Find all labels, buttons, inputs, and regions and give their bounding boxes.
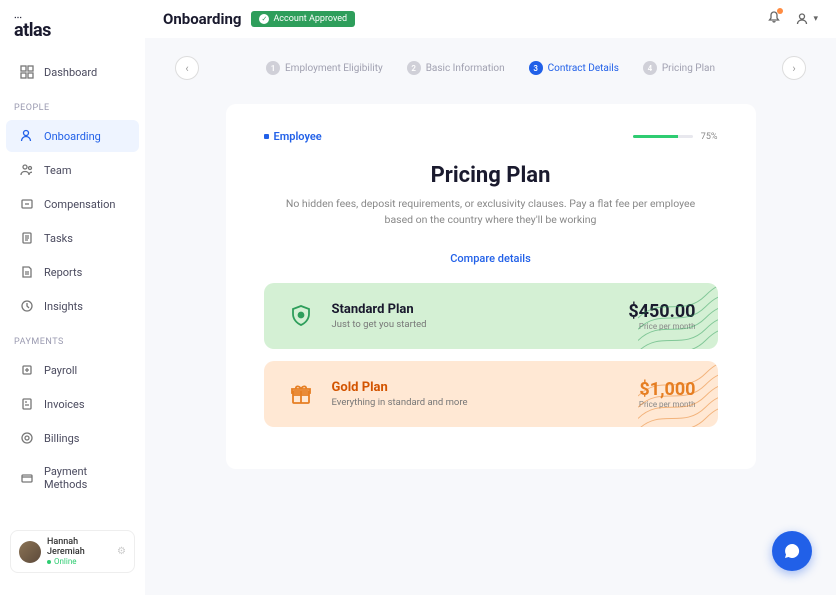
notifications-icon[interactable] <box>767 10 781 28</box>
employee-tag: Employee <box>264 130 322 143</box>
plan-desc: Just to get you started <box>332 319 613 330</box>
plan-gold[interactable]: Gold Plan Everything in standard and mor… <box>264 361 718 427</box>
sidebar-item-payroll[interactable]: Payroll <box>6 354 139 386</box>
sidebar-item-payment-methods[interactable]: Payment Methods <box>6 456 139 500</box>
sidebar-item-billings[interactable]: Billings <box>6 422 139 454</box>
sidebar-item-label: Insights <box>44 300 83 313</box>
sidebar-item-label: Billings <box>44 432 79 445</box>
card-subtitle: No hidden fees, deposit requirements, or… <box>264 196 718 228</box>
team-icon <box>20 163 34 177</box>
plan-desc: Everything in standard and more <box>332 397 623 408</box>
insights-icon <box>20 299 34 313</box>
step-basic-information[interactable]: 2Basic Information <box>407 61 505 75</box>
sidebar: atlas Dashboard PEOPLE Onboarding Team C… <box>0 0 145 595</box>
status-badge: Account Approved <box>251 11 355 27</box>
sidebar-item-label: Compensation <box>44 198 115 211</box>
plan-name: Standard Plan <box>332 302 613 317</box>
shield-icon <box>286 301 316 331</box>
sidebar-item-invoices[interactable]: Invoices <box>6 388 139 420</box>
sidebar-item-team[interactable]: Team <box>6 154 139 186</box>
reports-icon <box>20 265 34 279</box>
decorative-pattern <box>638 283 718 349</box>
avatar <box>19 541 41 563</box>
stepper: ‹ 1Employment Eligibility 2Basic Informa… <box>175 56 806 80</box>
sidebar-item-label: Team <box>44 164 72 177</box>
sidebar-item-label: Invoices <box>44 398 85 411</box>
sidebar-item-label: Tasks <box>44 232 73 245</box>
sidebar-item-label: Payment Methods <box>44 465 125 491</box>
payroll-icon <box>20 363 34 377</box>
pricing-card: Employee 75% Pricing Plan No hidden fees… <box>226 104 756 469</box>
tasks-icon <box>20 231 34 245</box>
step-contract-details[interactable]: 3Contract Details <box>529 61 619 75</box>
sidebar-item-label: Onboarding <box>44 130 101 143</box>
sidebar-section-payments: PAYMENTS <box>0 323 145 353</box>
step-employment-eligibility[interactable]: 1Employment Eligibility <box>266 61 383 75</box>
main: Onboarding Account Approved ▾ ‹ 1Employm… <box>145 0 836 595</box>
compare-details-link[interactable]: Compare details <box>264 252 718 265</box>
sidebar-item-onboarding[interactable]: Onboarding <box>6 120 139 152</box>
billings-icon <box>20 431 34 445</box>
plan-name: Gold Plan <box>332 380 623 395</box>
card-icon <box>20 471 34 485</box>
person-add-icon <box>20 129 34 143</box>
user-menu[interactable]: ▾ <box>795 12 818 26</box>
plan-standard[interactable]: Standard Plan Just to get you started $4… <box>264 283 718 349</box>
sidebar-item-dashboard[interactable]: Dashboard <box>6 56 139 88</box>
card-title: Pricing Plan <box>264 163 718 188</box>
sidebar-item-label: Dashboard <box>44 66 97 79</box>
sidebar-item-reports[interactable]: Reports <box>6 256 139 288</box>
invoices-icon <box>20 397 34 411</box>
stepper-next-button[interactable]: › <box>782 56 806 80</box>
progress: 75% <box>633 132 718 142</box>
compensation-icon <box>20 197 34 211</box>
gift-icon <box>286 379 316 409</box>
step-pricing-plan[interactable]: 4Pricing Plan <box>643 61 715 75</box>
dashboard-icon <box>20 65 34 79</box>
brand-logo: atlas <box>0 12 145 55</box>
sidebar-section-people: PEOPLE <box>0 89 145 119</box>
user-status: Online <box>47 557 111 566</box>
header: Onboarding Account Approved ▾ <box>145 0 836 38</box>
settings-icon[interactable]: ⚙ <box>117 546 126 557</box>
decorative-pattern <box>638 361 718 427</box>
sidebar-item-compensation[interactable]: Compensation <box>6 188 139 220</box>
page-title: Onboarding <box>163 10 241 28</box>
sidebar-item-insights[interactable]: Insights <box>6 290 139 322</box>
sidebar-item-label: Reports <box>44 266 82 279</box>
sidebar-item-label: Payroll <box>44 364 77 377</box>
stepper-prev-button[interactable]: ‹ <box>175 56 199 80</box>
user-name: Hannah Jeremiah <box>47 537 111 557</box>
chat-fab[interactable] <box>772 531 812 571</box>
sidebar-item-tasks[interactable]: Tasks <box>6 222 139 254</box>
progress-text: 75% <box>701 132 718 142</box>
user-card[interactable]: Hannah Jeremiah Online ⚙ <box>10 530 135 573</box>
